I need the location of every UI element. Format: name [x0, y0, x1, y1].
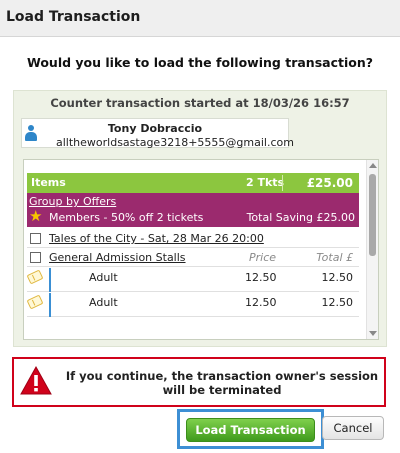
transaction-panel: Counter transaction started at 18/03/26 … [13, 90, 387, 347]
ticket-icon [26, 294, 44, 310]
ticket-total: 12.50 [321, 296, 354, 309]
load-transaction-button[interactable]: Load Transaction [186, 418, 315, 442]
event-checkbox[interactable] [30, 233, 41, 244]
items-header-bar: Items 2 Tkts £25.00 [27, 173, 359, 193]
basket-scrollbar[interactable] [366, 160, 378, 339]
ticket-price: 12.50 [245, 271, 277, 284]
ticket-row: Adult 12.50 12.50 [26, 268, 359, 292]
ticket-price: 12.50 [245, 296, 277, 309]
area-link[interactable]: General Admission Stalls [49, 251, 186, 264]
basket-list[interactable]: Items 2 Tkts £25.00 Group by Offers ★ Me… [23, 159, 379, 340]
offer-name: Members - 50% off 2 tickets [49, 211, 204, 224]
event-link[interactable]: Tales of the City - Sat, 28 Mar 26 20:00 [49, 232, 264, 245]
tickets-count: 2 Tkts [246, 176, 285, 189]
owner-email: alltheworldsastage3218+5555@gmail.com [56, 136, 294, 149]
warning-message: If you continue, the transaction owner's… [65, 369, 379, 397]
event-row: Tales of the City - Sat, 28 Mar 26 20:00 [27, 230, 359, 248]
offer-saving: Total Saving £25.00 [246, 211, 355, 224]
star-icon: ★ [29, 207, 43, 225]
question-text: Would you like to load the following tra… [27, 55, 373, 70]
dialog-title-bar: Load Transaction [0, 0, 400, 37]
row-indicator [49, 268, 51, 292]
warning-box: If you continue, the transaction owner's… [12, 357, 386, 407]
scroll-thumb[interactable] [369, 174, 376, 256]
cancel-button[interactable]: Cancel [322, 416, 384, 440]
owner-name: Tony Dobraccio [107, 122, 203, 135]
basket-total: £25.00 [306, 176, 353, 190]
transaction-started-text: Counter transaction started at 18/03/26 … [50, 96, 350, 110]
scroll-up-icon[interactable] [369, 163, 377, 168]
ticket-row: Adult 12.50 12.50 [26, 293, 359, 317]
area-checkbox[interactable] [30, 252, 41, 263]
row-indicator [49, 293, 51, 317]
scroll-down-icon[interactable] [369, 331, 377, 336]
ticket-total: 12.50 [321, 271, 354, 284]
group-by-offers-link[interactable]: Group by Offers [29, 195, 116, 208]
ticket-icon [26, 269, 44, 285]
ticket-type: Adult [89, 296, 118, 309]
ticket-type: Adult [89, 271, 118, 284]
items-divider [282, 175, 283, 191]
load-button-focus-ring: Load Transaction [177, 409, 324, 449]
area-row: General Admission Stalls Price Total £ [27, 249, 359, 267]
offer-bar: Group by Offers ★ Members - 50% off 2 ti… [27, 193, 359, 227]
dialog-title: Load Transaction [6, 9, 141, 25]
warning-icon [20, 365, 52, 395]
items-label: Items [31, 176, 66, 189]
total-column-header: Total £ [316, 251, 353, 264]
price-column-header: Price [249, 251, 277, 264]
owner-card: Tony Dobraccio alltheworldsastage3218+55… [21, 118, 294, 149]
